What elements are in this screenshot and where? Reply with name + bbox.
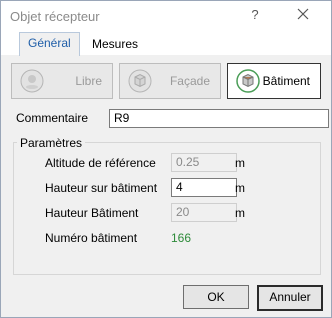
ground-point-icon (20, 69, 44, 93)
hauteur-batiment-label: Hauteur Bâtiment (45, 206, 139, 220)
type-batiment-label: Bâtiment (262, 74, 310, 88)
tab-general[interactable]: Général (19, 32, 80, 56)
hauteur-sur-batiment-unit: m (235, 181, 245, 195)
help-button[interactable]: ? (243, 7, 267, 25)
tab-strip: Général Mesures (1, 31, 331, 56)
numero-batiment-label: Numéro bâtiment (45, 231, 138, 245)
hauteur-sur-batiment-field[interactable]: 4 (171, 178, 237, 197)
comment-input[interactable]: R9 (109, 109, 329, 128)
altitude-label: Altitude de référence (45, 156, 156, 170)
altitude-unit: m (235, 156, 245, 170)
hauteur-sur-batiment-label: Hauteur sur bâtiment (45, 181, 158, 195)
receptor-dialog: Objet récepteur ? Général Mesures Libre (0, 0, 332, 318)
type-facade-button[interactable]: Façade (119, 63, 221, 99)
general-panel: Libre Façade Bâtiment Commentaire R9 Par… (9, 55, 329, 311)
numero-batiment-value: 166 (171, 231, 192, 245)
window-title: Objet récepteur (10, 9, 100, 24)
tab-mesures[interactable]: Mesures (84, 34, 146, 55)
hauteur-batiment-unit: m (235, 206, 245, 220)
hauteur-batiment-field: 20 (171, 203, 237, 222)
building-cube-icon (236, 69, 260, 93)
type-batiment-button[interactable]: Bâtiment (227, 63, 321, 99)
parameters-group-title: Paramètres (17, 136, 86, 150)
close-button[interactable] (291, 5, 315, 25)
altitude-field: 0.25 (171, 153, 237, 172)
ok-button[interactable]: OK (183, 285, 249, 309)
close-icon (297, 8, 309, 20)
cancel-button[interactable]: Annuler (257, 285, 323, 311)
type-facade-label: Façade (169, 74, 210, 88)
comment-label: Commentaire (16, 111, 89, 125)
title-bar: Objet récepteur ? (1, 1, 331, 31)
type-libre-button[interactable]: Libre (11, 63, 113, 99)
type-libre-label: Libre (75, 74, 102, 88)
facade-cube-icon (128, 69, 152, 93)
